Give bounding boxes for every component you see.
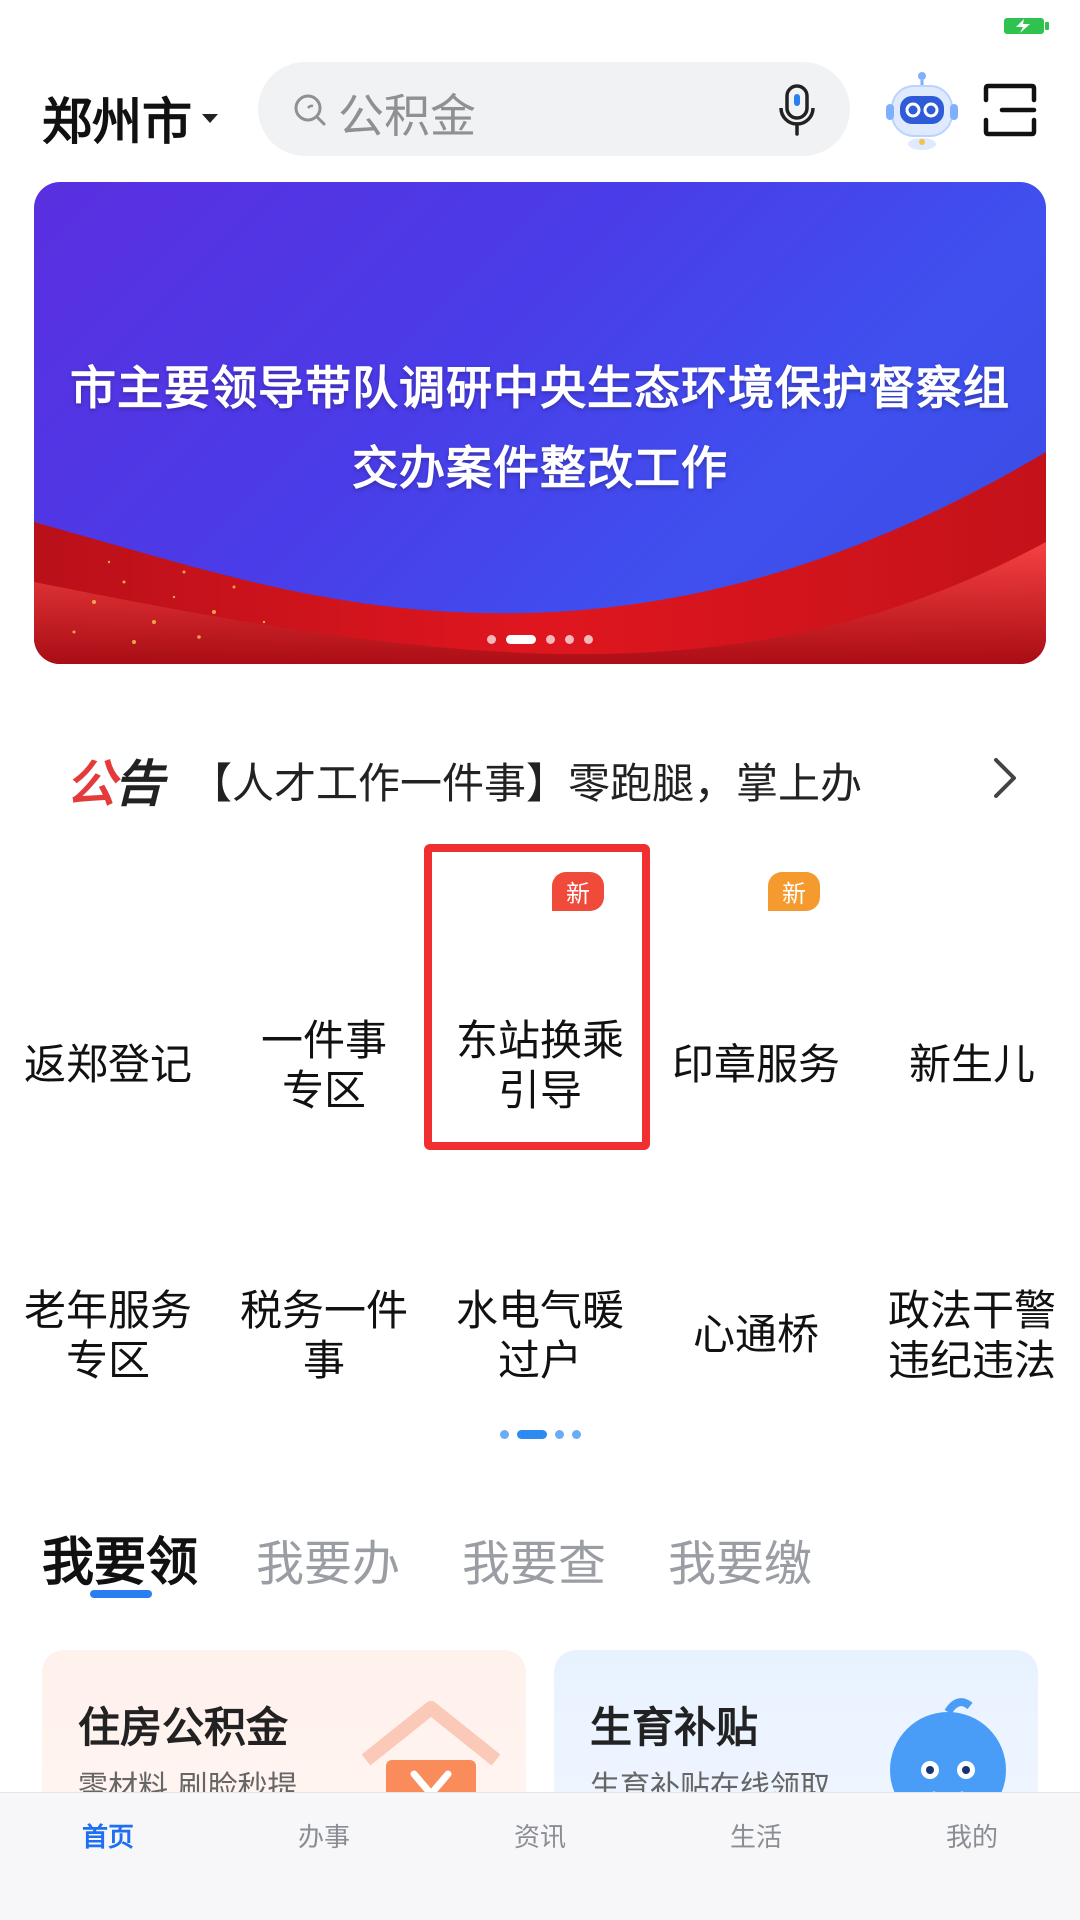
grid-page-indicator [0, 1430, 1080, 1439]
service-item[interactable]: 一件事 专区 [216, 848, 432, 1118]
bottom-navigation: 首页 办事 资讯 生活 我的 [0, 1792, 1080, 1920]
announcement-tag: 公告 [66, 755, 164, 813]
nav-life[interactable]: 生活 [696, 1807, 816, 1854]
alarm-light-icon [914, 1158, 1030, 1274]
nav-label: 办事 [297, 1823, 350, 1853]
baby-face-icon [914, 888, 1030, 1004]
search-placeholder: 公积金 [338, 89, 476, 143]
banner-dot [487, 635, 496, 644]
banner-dot [565, 635, 574, 644]
tax-character-icon [266, 1158, 382, 1274]
red-ribbon-decoration [34, 452, 1046, 664]
service-label-line2: 过户 [497, 1336, 582, 1385]
notebook-pen-icon [50, 888, 166, 1004]
robot-assistant-icon[interactable] [884, 68, 960, 152]
service-label: 税务一件 [239, 1286, 408, 1335]
service-label-line2: 违纪违法 [887, 1336, 1056, 1385]
service-label-line2: 专区 [65, 1336, 150, 1385]
elder-heart-icon [50, 1158, 166, 1274]
tab-3[interactable]: 我要查 [462, 1524, 606, 1594]
banner-headline-line1: 市主要领导带队调研中央生态环境保护督察组 [70, 361, 1010, 415]
nav-label: 生活 [729, 1823, 782, 1853]
banner-headline-line2: 交办案件整改工作 [352, 441, 728, 495]
scan-icon[interactable] [982, 82, 1038, 138]
nav-label: 我的 [945, 1823, 998, 1853]
service-label: 老年服务 [23, 1286, 192, 1335]
banner-dot [584, 635, 593, 644]
battery-charging-icon [1004, 18, 1049, 34]
nav-label: 首页 [81, 1823, 134, 1853]
header: 郑州市 公积金 [0, 62, 1080, 158]
caret-down-icon [202, 113, 218, 123]
nav-home[interactable]: 首页 [48, 1807, 168, 1854]
city-name: 郑州市 [42, 93, 192, 151]
service-label: 新生儿 [908, 1040, 1035, 1089]
service-item[interactable]: 新印章服务 [648, 848, 864, 1118]
service-item[interactable]: 老年服务 专区 [0, 1118, 216, 1388]
heart-bridge-icon [698, 1158, 814, 1274]
card-title: 住房公积金 [78, 1703, 289, 1752]
tab-1[interactable]: 我要领 [42, 1520, 198, 1595]
chevron-right-icon[interactable] [990, 754, 1020, 802]
banner-dot [546, 635, 555, 644]
search-icon [294, 94, 326, 126]
service-label-line2: 专区 [281, 1066, 366, 1115]
flame-transfer-icon [482, 1158, 598, 1274]
service-item[interactable]: 返郑登记 [0, 848, 216, 1118]
tab-2[interactable]: 我要办 [256, 1524, 400, 1594]
highlight-frame [424, 844, 650, 1150]
service-label-line2: 事 [302, 1336, 345, 1385]
news-banner-carousel[interactable]: 市主要领导带队调研中央生态环境保护督察组 交办案件整改工作 [34, 182, 1046, 664]
service-label: 一件事 [260, 1016, 387, 1065]
tab-4[interactable]: 我要缴 [668, 1524, 812, 1594]
service-item[interactable]: 税务一件事 [216, 1118, 432, 1388]
announcement-text: 【人才工作一件事】零跑腿，掌上办 [190, 759, 863, 808]
category-tabs: 我要领 我要办 我要查 我要缴 [0, 1520, 1080, 1600]
nav-news[interactable]: 资讯 [480, 1807, 600, 1854]
card-title: 生育补贴 [590, 1703, 759, 1752]
nav-mine[interactable]: 我的 [912, 1807, 1032, 1854]
service-item[interactable]: 新生儿 [864, 848, 1080, 1118]
service-label: 政法干警 [887, 1286, 1056, 1335]
service-label: 心通桥 [692, 1310, 819, 1359]
nav-label: 资讯 [513, 1823, 566, 1853]
service-label: 返郑登记 [23, 1040, 192, 1089]
home-screen: 郑州市 公积金 市主要领导带队调研中央生态环境保护督察组 交办案件整改工作 公告… [0, 0, 1080, 1920]
microphone-icon[interactable] [776, 82, 818, 138]
new-badge: 新 [768, 872, 820, 911]
service-label: 印章服务 [671, 1040, 840, 1089]
banner-dot [506, 635, 536, 644]
service-item[interactable]: 心通桥 [648, 1118, 864, 1388]
active-tab-underline [90, 1590, 152, 1598]
city-selector[interactable]: 郑州市 [42, 82, 218, 154]
announcement-bar[interactable]: 公告 【人才工作一件事】零跑腿，掌上办 [0, 730, 1080, 820]
search-bar[interactable]: 公积金 [258, 62, 850, 156]
banner-page-indicator [34, 635, 1046, 644]
service-item[interactable]: 水电气暖 过户 [432, 1118, 648, 1388]
stacked-squares-icon [266, 888, 382, 1004]
service-label: 水电气暖 [455, 1286, 624, 1335]
service-item[interactable]: 政法干警 违纪违法 [864, 1118, 1080, 1388]
nav-services[interactable]: 办事 [264, 1807, 384, 1854]
